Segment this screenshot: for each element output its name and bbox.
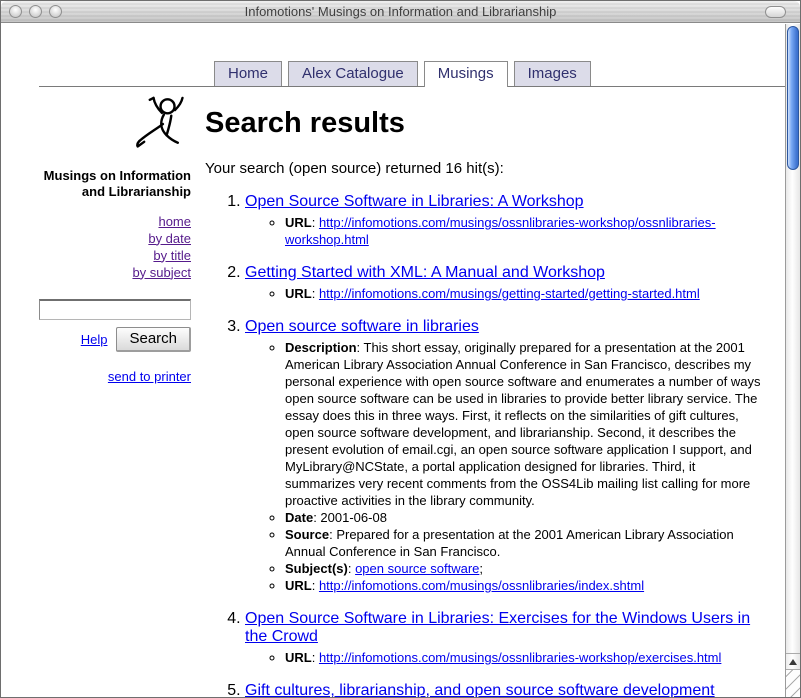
result-title-link[interactable]: Getting Started with XML: A Manual and W… [245, 264, 605, 281]
result-description-text: This short essay, originally prepared fo… [285, 340, 761, 508]
window-resize-grip-icon[interactable] [786, 670, 800, 697]
dancing-figure-icon [133, 95, 189, 155]
vertical-scrollbar[interactable] [785, 24, 800, 697]
subject-link[interactable]: open source software [355, 561, 479, 576]
tab-images[interactable]: Images [514, 61, 591, 86]
result-source-value: Prepared for a presentation at the 2001 … [285, 527, 734, 559]
tab-alex-catalogue[interactable]: Alex Catalogue [288, 61, 418, 86]
scroll-up-button[interactable] [786, 653, 800, 670]
send-to-printer-link[interactable]: send to printer [108, 369, 191, 384]
sidebar-link-home[interactable]: home [39, 213, 191, 230]
result-item-1: Open Source Software in Libraries: A Wor… [245, 193, 761, 248]
help-link[interactable]: Help [81, 332, 108, 347]
scroll-up-icon [789, 659, 797, 665]
site-tab-bar: Home Alex Catalogue Musings Images [39, 24, 785, 87]
toolbar-toggle-icon[interactable] [765, 6, 786, 18]
window-title: Infomotions' Musings on Information and … [1, 4, 800, 19]
site-logo [39, 93, 191, 166]
web-page: Home Alex Catalogue Musings Images [1, 24, 785, 697]
tab-musings[interactable]: Musings [424, 61, 508, 87]
results-list: Open Source Software in Libraries: A Wor… [205, 193, 761, 697]
sidebar-link-by-date[interactable]: by date [39, 230, 191, 247]
sidebar-nav: home by date by title by subject [39, 213, 191, 281]
result-item-2: Getting Started with XML: A Manual and W… [245, 264, 761, 302]
sidebar-search-form: Help Search send to printer [39, 299, 191, 386]
search-summary: Your search (open source) returned 16 hi… [205, 160, 761, 177]
result-date-field: Date: 2001-06-08 [285, 509, 761, 526]
result-description-field: Description: This short essay, originall… [285, 339, 761, 509]
result-title-link[interactable]: Gift cultures, librarianship, and open s… [245, 682, 715, 697]
browser-window: Infomotions' Musings on Information and … [0, 0, 801, 698]
result-date-value: 2001-06-08 [320, 510, 387, 525]
sidebar-link-by-title[interactable]: by title [39, 247, 191, 264]
page-columns: Musings on Information and Librarianship… [39, 87, 785, 697]
result-item-3: Open source software in libraries Descri… [245, 318, 761, 594]
result-title-link[interactable]: Open Source Software in Libraries: Exerc… [245, 610, 750, 645]
page-title: Search results [205, 107, 761, 140]
result-item-4: Open Source Software in Libraries: Exerc… [245, 610, 761, 666]
scrollbar-thumb[interactable] [787, 26, 799, 170]
result-url-field: URL: http://infomotions.com/musings/ossn… [285, 214, 761, 248]
search-button[interactable]: Search [116, 327, 191, 352]
result-url-link[interactable]: http://infomotions.com/musings/ossnlibra… [285, 215, 716, 247]
window-titlebar[interactable]: Infomotions' Musings on Information and … [1, 1, 800, 23]
result-item-5: Gift cultures, librarianship, and open s… [245, 682, 761, 697]
tab-home[interactable]: Home [214, 61, 282, 86]
search-results-pane: Search results Your search (open source)… [191, 93, 785, 697]
search-input[interactable] [39, 299, 191, 320]
browser-viewport: Home Alex Catalogue Musings Images [1, 24, 800, 697]
result-url-link[interactable]: http://infomotions.com/musings/ossnlibra… [319, 578, 644, 593]
result-source-field: Source: Prepared for a presentation at t… [285, 526, 761, 560]
result-url-link[interactable]: http://infomotions.com/musings/ossnlibra… [319, 650, 721, 665]
result-url-field: URL: http://infomotions.com/musings/ossn… [285, 577, 761, 594]
result-title-link[interactable]: Open Source Software in Libraries: A Wor… [245, 193, 584, 210]
result-title-link[interactable]: Open source software in libraries [245, 318, 479, 335]
sidebar-link-by-subject[interactable]: by subject [39, 264, 191, 281]
result-url-field: URL: http://infomotions.com/musings/ossn… [285, 649, 761, 666]
sidebar-site-title: Musings on Information and Librarianship [39, 168, 191, 201]
result-url-field: URL: http://infomotions.com/musings/gett… [285, 285, 761, 302]
result-subjects-field: Subject(s): open source software; [285, 560, 761, 577]
result-url-link[interactable]: http://infomotions.com/musings/getting-s… [319, 286, 700, 301]
sidebar: Musings on Information and Librarianship… [39, 93, 191, 697]
